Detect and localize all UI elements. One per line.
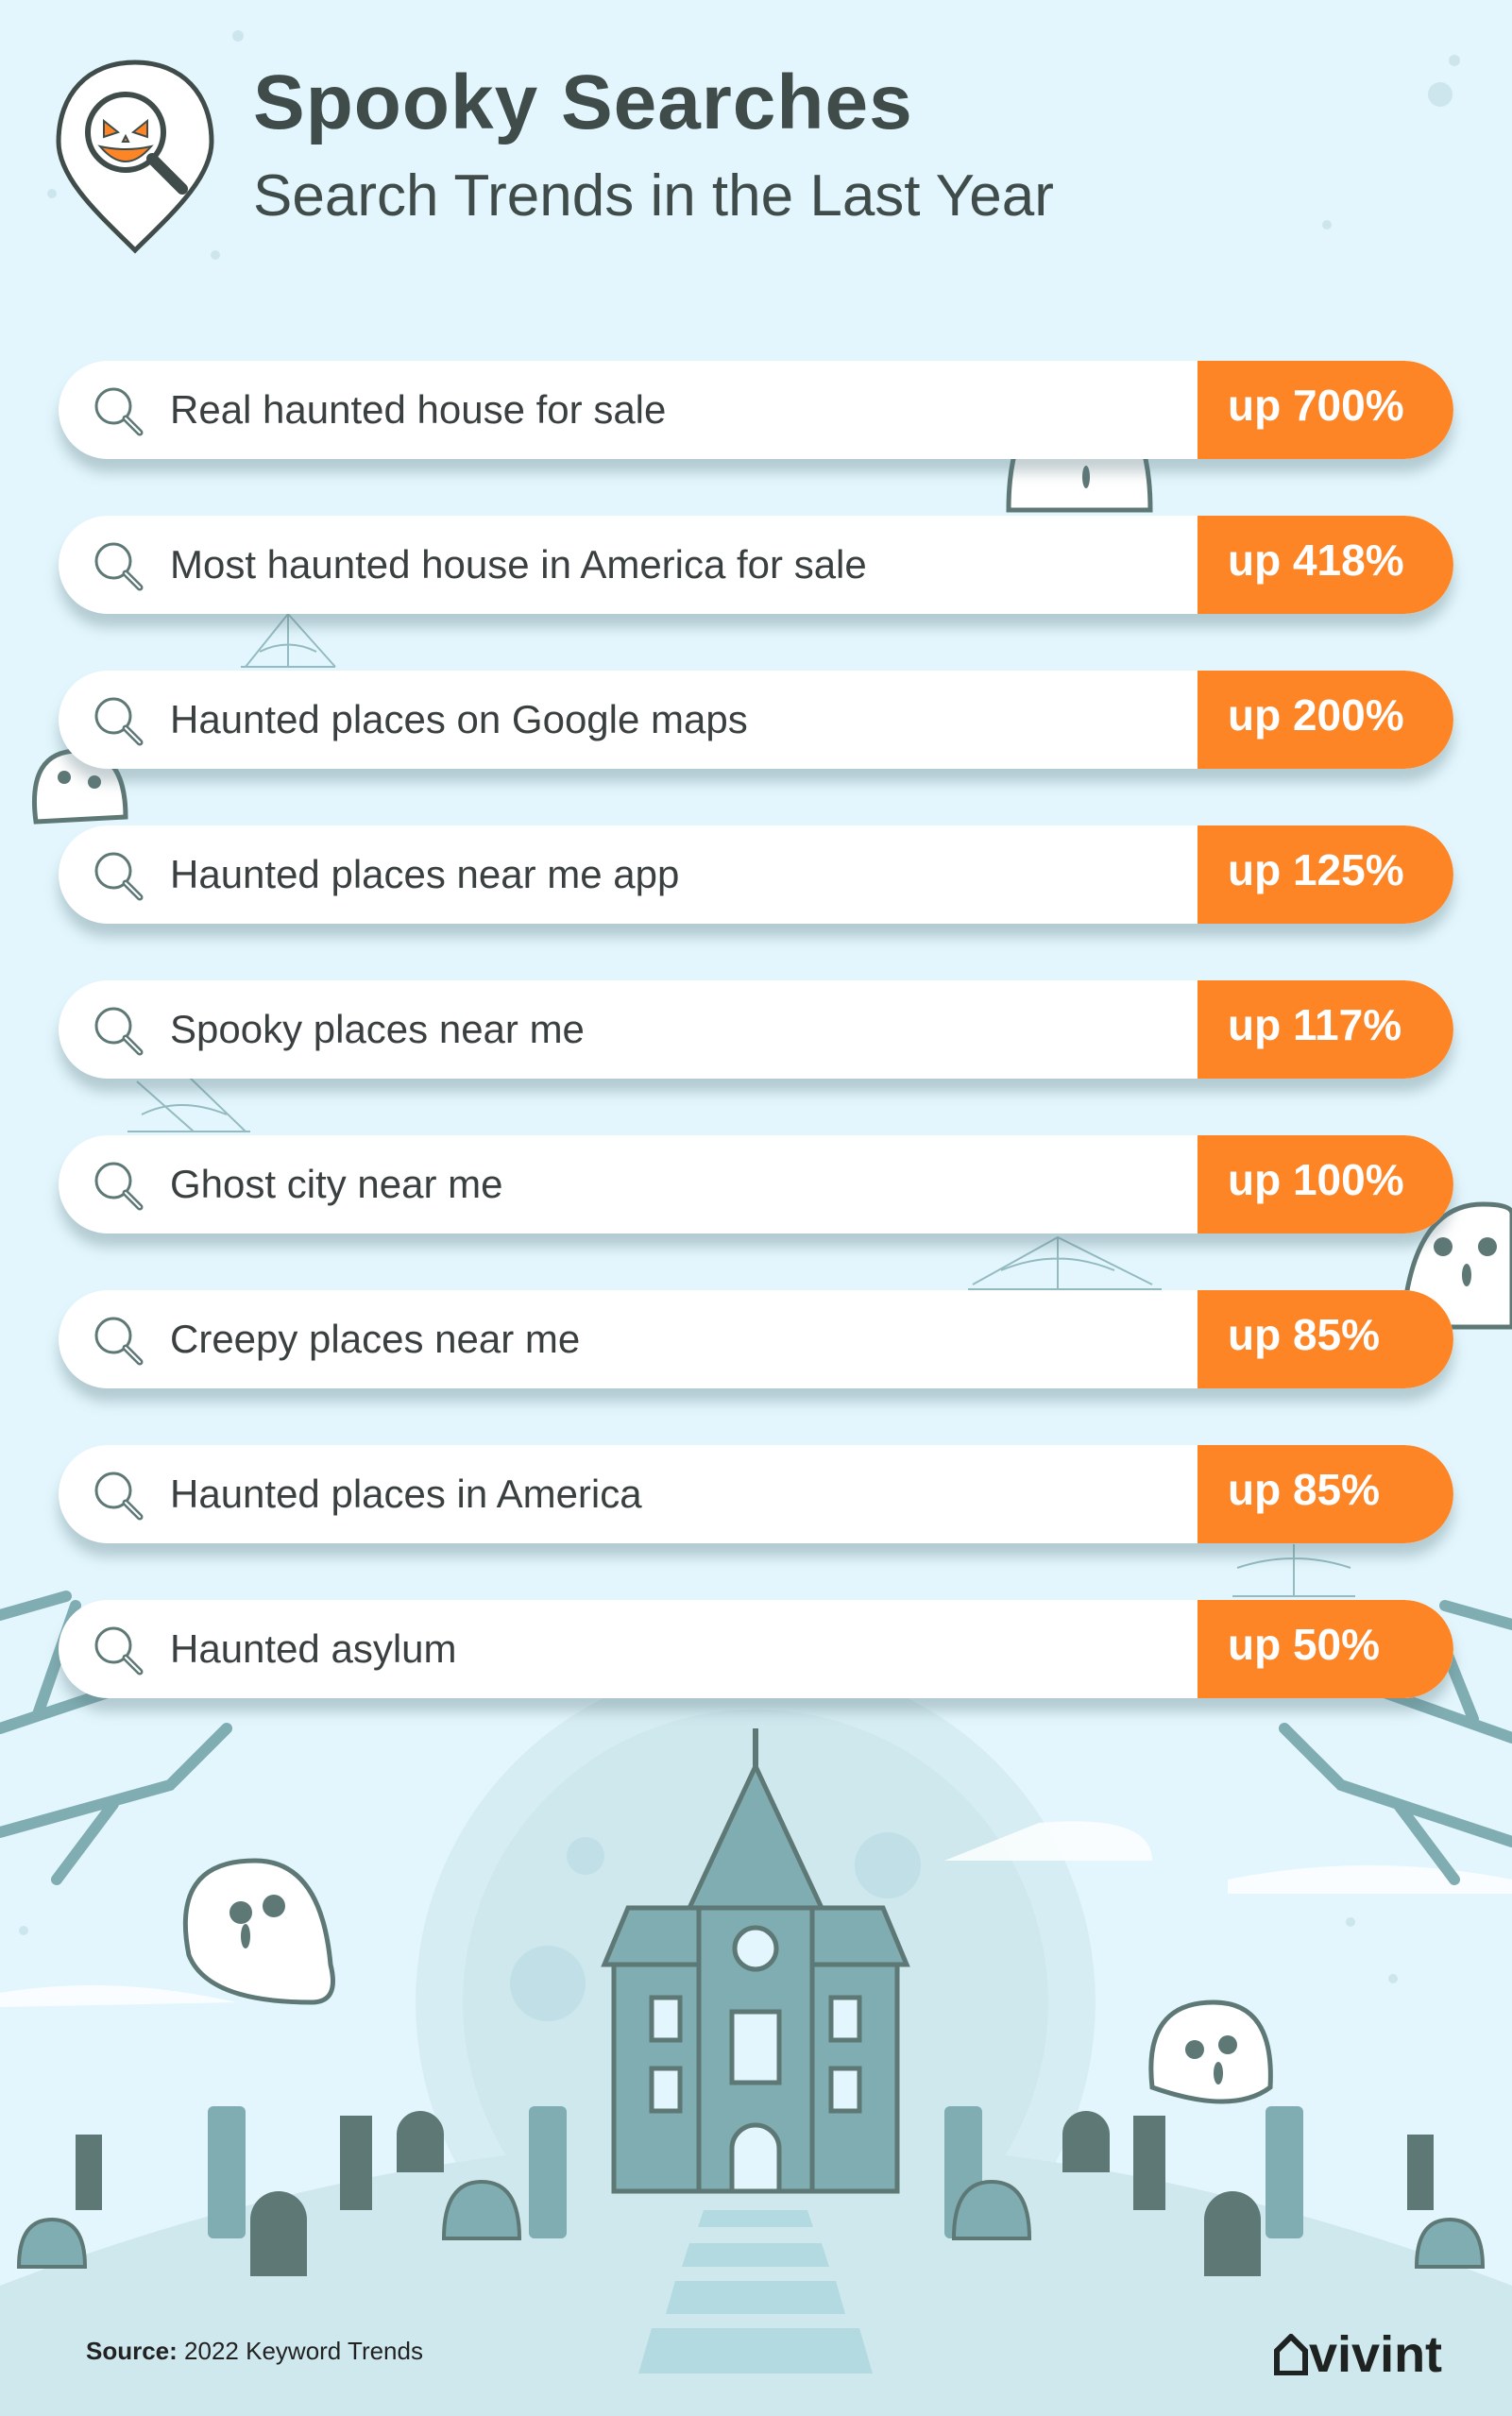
- search-bar: Haunted places in America up 85%: [59, 1445, 1453, 1543]
- vivint-logo: vivint: [1273, 2325, 1442, 2384]
- search-icon: [94, 852, 144, 901]
- search-icon: [94, 1007, 144, 1056]
- search-icon: [94, 697, 144, 746]
- source-note: Source: 2022 Keyword Trends: [86, 2337, 423, 2366]
- source-text: 2022 Keyword Trends: [184, 2337, 423, 2365]
- search-bar: Haunted places on Google maps up 200%: [59, 671, 1453, 769]
- trend-change: up 100%: [1228, 1155, 1404, 1204]
- page-title: Spooky Searches: [253, 60, 913, 145]
- trend-change: up 85%: [1228, 1465, 1381, 1514]
- search-trend-row: Haunted asylum up 50%: [59, 1600, 1453, 1698]
- search-query: Haunted places in America: [170, 1472, 642, 1516]
- search-trend-row: Ghost city near me up 100%: [59, 1135, 1453, 1234]
- trend-badge: up 125%: [1198, 825, 1453, 924]
- trend-badge: up 700%: [1198, 361, 1453, 459]
- trend-change: up 200%: [1228, 690, 1404, 740]
- trend-change: up 50%: [1228, 1620, 1381, 1669]
- house-logo-icon: [1274, 2332, 1308, 2376]
- search-bar: Creepy places near me up 85%: [59, 1290, 1453, 1388]
- trend-change: up 85%: [1228, 1310, 1381, 1359]
- search-query: Spooky places near me: [170, 1007, 585, 1051]
- search-icon: [94, 387, 144, 436]
- trend-change: up 418%: [1228, 536, 1404, 585]
- search-trend-row: Haunted places on Google maps up 200%: [59, 671, 1453, 769]
- source-label: Source:: [86, 2337, 178, 2365]
- search-query: Haunted asylum: [170, 1626, 457, 1671]
- search-trend-row: Haunted places in America up 85%: [59, 1445, 1453, 1543]
- search-icon: [94, 1162, 144, 1211]
- trend-change: up 117%: [1228, 1000, 1402, 1049]
- search-trend-row: Most haunted house in America for sale u…: [59, 516, 1453, 614]
- trend-badge: up 200%: [1198, 671, 1453, 769]
- search-icon: [94, 1626, 144, 1676]
- trend-badge: up 50%: [1198, 1600, 1453, 1698]
- pumpkin-magnifier-pin-icon: [56, 60, 214, 254]
- search-icon: [94, 542, 144, 591]
- trend-change: up 125%: [1228, 845, 1404, 894]
- search-trend-row: Spooky places near me up 117%: [59, 980, 1453, 1079]
- search-bar: Real haunted house for sale up 700%: [59, 361, 1453, 459]
- search-bar: Haunted places near me app up 125%: [59, 825, 1453, 924]
- trend-change: up 700%: [1228, 381, 1404, 430]
- search-trend-row: Real haunted house for sale up 700%: [59, 361, 1453, 459]
- search-query: Most haunted house in America for sale: [170, 542, 867, 587]
- trend-badge: up 85%: [1198, 1445, 1453, 1543]
- trend-badge: up 100%: [1198, 1135, 1453, 1234]
- search-query: Ghost city near me: [170, 1162, 503, 1206]
- search-bar: Haunted asylum up 50%: [59, 1600, 1453, 1698]
- page-subtitle: Search Trends in the Last Year: [253, 163, 1054, 229]
- search-trend-row: Creepy places near me up 85%: [59, 1290, 1453, 1388]
- search-bar: Spooky places near me up 117%: [59, 980, 1453, 1079]
- search-query: Haunted places on Google maps: [170, 697, 748, 741]
- search-query: Haunted places near me app: [170, 852, 680, 896]
- search-bar: Most haunted house in America for sale u…: [59, 516, 1453, 614]
- trend-badge: up 418%: [1198, 516, 1453, 614]
- search-icon: [94, 1317, 144, 1366]
- trend-badge: up 117%: [1198, 980, 1453, 1079]
- search-trend-row: Haunted places near me app up 125%: [59, 825, 1453, 924]
- search-query: Creepy places near me: [170, 1317, 581, 1361]
- search-icon: [94, 1472, 144, 1521]
- search-bar: Ghost city near me up 100%: [59, 1135, 1453, 1234]
- trend-badge: up 85%: [1198, 1290, 1453, 1388]
- brand-name: vivint: [1309, 2326, 1443, 2383]
- search-query: Real haunted house for sale: [170, 387, 667, 432]
